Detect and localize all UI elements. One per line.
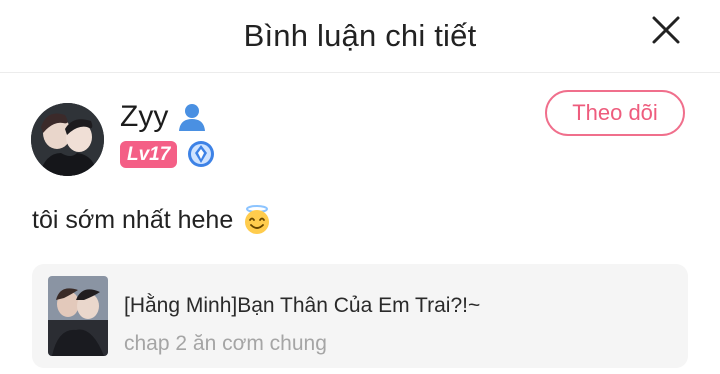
author-name-row: Zyy [120, 100, 208, 134]
follow-label: Theo dõi [572, 100, 658, 125]
comment-body: tôi sớm nhất hehe [32, 204, 273, 236]
username[interactable]: Zyy [120, 100, 168, 134]
linked-book-card[interactable]: [Hằng Minh]Bạn Thân Của Em Trai?!~ chap … [32, 264, 688, 368]
author-badges: Lv17 [120, 140, 215, 168]
comment-text: tôi sớm nhất hehe [32, 205, 234, 234]
smiling-face-with-halo-icon [245, 205, 270, 234]
level-badge: Lv17 [120, 140, 178, 168]
detail-header: Bình luận chi tiết [0, 0, 720, 73]
avatar[interactable] [31, 103, 104, 176]
book-title: [Hằng Minh]Bạn Thân Của Em Trai?!~ [124, 294, 481, 317]
vip-badge-icon [188, 141, 215, 167]
close-icon[interactable] [650, 14, 682, 46]
follow-button[interactable]: Theo dõi [545, 90, 685, 136]
person-icon [179, 104, 206, 131]
book-chapter: chap 2 ăn cơm chung [124, 332, 327, 355]
book-cover [48, 276, 108, 356]
page-title: Bình luận chi tiết [243, 18, 477, 53]
